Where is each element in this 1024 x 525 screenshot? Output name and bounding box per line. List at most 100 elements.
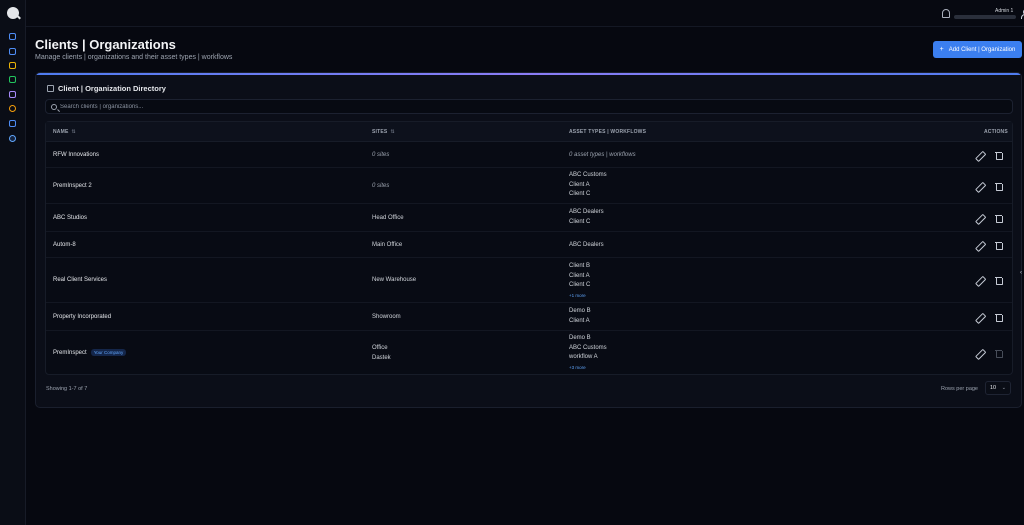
site: Office — [372, 345, 388, 351]
asset-types-cell: Client B Client A Client C +1 more — [569, 262, 590, 300]
sites-cell: 0 sites — [372, 152, 390, 158]
chevron-down-icon: ⌄ — [1001, 385, 1006, 391]
column-actions: ACTIONS — [984, 129, 1008, 135]
table-row: Real Client Services New Warehouse Clien… — [46, 258, 1012, 303]
client-name[interactable]: PremInspect 2 — [53, 183, 92, 189]
notification-bell-icon[interactable] — [942, 9, 950, 18]
sites-cell: 0 sites — [372, 183, 390, 189]
card-accent-line — [36, 73, 1021, 75]
client-name-text: PremInspect — [53, 350, 87, 356]
chevron-left-icon[interactable]: ‹ — [1020, 270, 1024, 276]
sites-cell: Showroom — [372, 314, 401, 320]
add-client-button[interactable]: + Add Client | Organization — [933, 41, 1022, 58]
grid-icon[interactable] — [9, 48, 16, 55]
column-asset-types: ASSET TYPES | WORKFLOWS — [569, 129, 647, 135]
column-sites-label: SITES — [372, 129, 388, 135]
asset-type: Demo B — [569, 335, 591, 341]
asset-type: Client A — [569, 181, 590, 188]
asset-type: Client C — [569, 218, 591, 225]
edit-icon[interactable] — [974, 180, 985, 191]
calendar-icon[interactable] — [9, 33, 16, 40]
user-name: Admin 1 — [995, 8, 1014, 14]
asset-type: Client C — [569, 191, 591, 198]
more-link[interactable]: +3 more — [569, 363, 607, 373]
sites-cell: Head Office — [372, 215, 404, 221]
bell-icon[interactable] — [9, 62, 16, 69]
sites-cell: New Warehouse — [372, 277, 417, 283]
chart-icon[interactable] — [9, 120, 16, 127]
column-name-label: NAME — [53, 129, 69, 135]
page-title: Clients | Organizations — [35, 37, 176, 52]
asset-type: Demo B — [569, 308, 591, 314]
asset-type: Client B — [569, 263, 591, 269]
edit-icon[interactable] — [974, 212, 985, 223]
delete-icon[interactable] — [994, 182, 1003, 191]
client-name[interactable]: Autom-8 — [53, 242, 76, 248]
rows-per-page-value: 10 — [990, 385, 997, 391]
nav-rail — [0, 0, 26, 525]
table-row: RFW Innovations 0 sites 0 asset types | … — [46, 142, 1012, 168]
asset-types-cell: Demo B Client A — [569, 307, 591, 326]
table-row: Autom-8 Main Office ABC Dealers — [46, 232, 1012, 258]
more-link[interactable]: +1 more — [569, 291, 590, 301]
rows-per-page-select[interactable]: 10 ⌄ — [985, 381, 1011, 395]
search-bar[interactable] — [45, 99, 1013, 114]
column-name[interactable]: NAME ⇅ — [53, 129, 76, 135]
plus-icon: + — [939, 46, 944, 53]
top-bar: Admin 1 ☾ — [26, 0, 1024, 27]
delete-icon[interactable] — [994, 151, 1003, 160]
delete-icon — [994, 349, 1003, 358]
pagination-summary: Showing 1-7 of 7 — [46, 386, 88, 392]
client-name[interactable]: Property Incorporated — [53, 314, 111, 320]
clipboard-icon[interactable] — [9, 76, 16, 83]
directory-card: Client | Organization Directory NAME⇅ SI… — [35, 72, 1022, 408]
table-header: NAME ⇅ SITES ⇅ ASSET TYPES | WORKFLOWS ACT… — [46, 122, 1012, 142]
asset-type: ABC Customs — [569, 344, 607, 351]
page-subtitle: Manage clients | organizations and their… — [35, 54, 233, 61]
table-row: PremInspect Your Company Office Dastek De… — [46, 331, 1012, 375]
asset-type: workflow A — [569, 354, 598, 361]
asset-types-cell: Demo B ABC Customs workflow A +3 more — [569, 334, 607, 372]
asset-type: Client A — [569, 272, 590, 279]
edit-icon[interactable] — [974, 311, 985, 322]
delete-icon[interactable] — [994, 313, 1003, 322]
rows-per-page-label: Rows per page — [941, 386, 978, 392]
directory-title: Client | Organization Directory — [47, 84, 166, 93]
search-icon — [51, 104, 57, 110]
asset-type: ABC Customs — [569, 172, 607, 178]
asset-type: Client C — [569, 282, 591, 289]
delete-icon[interactable] — [994, 241, 1003, 250]
table-row: ABC Studios Head Office ABC Dealers Clie… — [46, 204, 1012, 232]
calendar-check-icon[interactable] — [9, 91, 16, 98]
client-name[interactable]: PremInspect Your Company — [53, 349, 127, 356]
directory-title-text: Client | Organization Directory — [58, 84, 166, 93]
building-icon — [47, 85, 54, 92]
table-row: Property Incorporated Showroom Demo B Cl… — [46, 303, 1012, 331]
asset-type: ABC Dealers — [569, 242, 604, 248]
sites-cell: Office Dastek — [372, 344, 391, 363]
delete-icon[interactable] — [994, 276, 1003, 285]
edit-icon[interactable] — [974, 274, 985, 285]
clients-table: NAME ⇅ SITES ⇅ ASSET TYPES | WORKFLOWS ACT… — [45, 121, 1013, 375]
clock-icon[interactable] — [9, 105, 16, 112]
client-name[interactable]: ABC Studios — [53, 215, 87, 221]
edit-icon[interactable] — [974, 149, 985, 160]
sites-cell: Main Office — [372, 242, 403, 248]
edit-icon[interactable] — [974, 239, 985, 250]
site: Dastek — [372, 354, 391, 361]
search-input[interactable] — [60, 100, 960, 113]
sort-icon[interactable]: ⇅ — [390, 129, 394, 135]
asset-types-cell: 0 asset types | workflows — [569, 152, 636, 158]
client-name[interactable]: RFW Innovations — [53, 152, 99, 158]
asset-types-cell: ABC Customs Client A Client C — [569, 171, 607, 200]
delete-icon[interactable] — [994, 214, 1003, 223]
search-logo-icon[interactable] — [7, 7, 19, 19]
column-sites[interactable]: SITES ⇅ — [372, 129, 395, 135]
sort-icon[interactable]: ⇅ — [72, 129, 76, 135]
edit-icon[interactable] — [974, 347, 985, 358]
table-row: PremInspect 2 0 sites ABC Customs Client… — [46, 168, 1012, 204]
settings-icon[interactable] — [9, 135, 16, 142]
asset-type: Client A — [569, 317, 590, 324]
your-company-badge: Your Company — [90, 349, 127, 356]
client-name[interactable]: Real Client Services — [53, 277, 107, 283]
